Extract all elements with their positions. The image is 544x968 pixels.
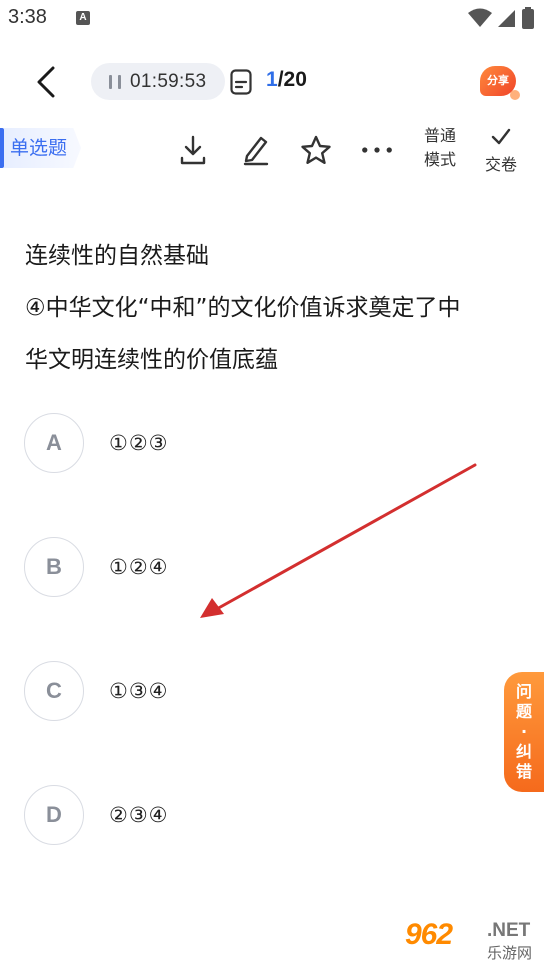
question-line: ④中华文化“中和”的文化价值诉求奠定了中 <box>25 295 461 321</box>
wifi-icon <box>468 8 492 27</box>
option-letter: A <box>24 413 84 473</box>
option-letter: B <box>24 537 84 597</box>
question-line: 华文明连续性的价值底蕴 <box>25 347 278 373</box>
progress-total: /20 <box>277 68 307 91</box>
mode-line2: 模式 <box>423 150 456 169</box>
share-badge-dot <box>510 90 520 100</box>
watermark-logo: 962 .NET 乐游网 <box>405 918 540 964</box>
watermark-main: 962 <box>405 918 453 951</box>
progress-current: 1 <box>266 68 278 91</box>
option-text: ①②④ <box>109 555 169 579</box>
feedback-label: 问题·纠错 <box>515 682 532 781</box>
option-c[interactable]: C ①③④ <box>24 661 504 721</box>
option-letter: D <box>24 785 84 845</box>
share-button[interactable]: 分享 <box>478 64 520 100</box>
question-text: 连续性的自然基础 ④中华文化“中和”的文化价值诉求奠定了中 华文明连续性的价值底… <box>25 230 525 386</box>
question-type-tag: 单选题 <box>0 128 82 168</box>
favorite-button[interactable] <box>300 133 332 167</box>
mode-line1: 普通 <box>423 126 456 145</box>
note-button[interactable] <box>240 133 272 167</box>
edit-icon <box>243 136 269 166</box>
option-text: ①②③ <box>109 431 169 455</box>
answer-sheet-icon[interactable] <box>230 69 252 95</box>
watermark-net: .NET <box>487 920 531 941</box>
chevron-left-icon <box>37 66 55 98</box>
watermark-sub: 乐游网 <box>487 944 533 962</box>
more-icon <box>362 147 392 153</box>
option-letter: C <box>24 661 84 721</box>
option-b[interactable]: B ①②④ <box>24 537 504 597</box>
feedback-tab[interactable]: 问题·纠错 <box>504 672 544 792</box>
star-icon <box>301 135 331 164</box>
back-button[interactable] <box>30 64 62 100</box>
option-text: ①③④ <box>109 679 169 703</box>
battery-icon <box>522 7 534 29</box>
download-icon <box>180 135 206 165</box>
timer-pause-button[interactable]: 01:59:53 <box>91 63 225 100</box>
status-bar: 3:38 A <box>0 0 544 40</box>
pause-icon <box>109 74 121 89</box>
submit-button[interactable]: 交卷 <box>481 127 521 177</box>
status-time: 3:38 <box>8 6 47 28</box>
option-d[interactable]: D ②③④ <box>24 785 504 845</box>
question-type-label: 单选题 <box>4 128 82 168</box>
submit-label: 交卷 <box>484 155 517 174</box>
question-line: 连续性的自然基础 <box>25 243 209 269</box>
question-progress[interactable]: 1/20 <box>266 68 307 92</box>
check-icon <box>491 128 511 145</box>
mode-toggle[interactable]: 普通 模式 <box>420 124 460 172</box>
more-button[interactable] <box>361 133 393 167</box>
question-type-marker <box>0 128 4 168</box>
option-a[interactable]: A ①②③ <box>24 413 504 473</box>
timer-text: 01:59:53 <box>130 70 207 92</box>
signal-icon <box>498 10 515 27</box>
download-button[interactable] <box>177 133 209 167</box>
status-icons <box>468 7 534 29</box>
option-text: ②③④ <box>109 803 169 827</box>
notification-icon: A <box>76 11 90 25</box>
